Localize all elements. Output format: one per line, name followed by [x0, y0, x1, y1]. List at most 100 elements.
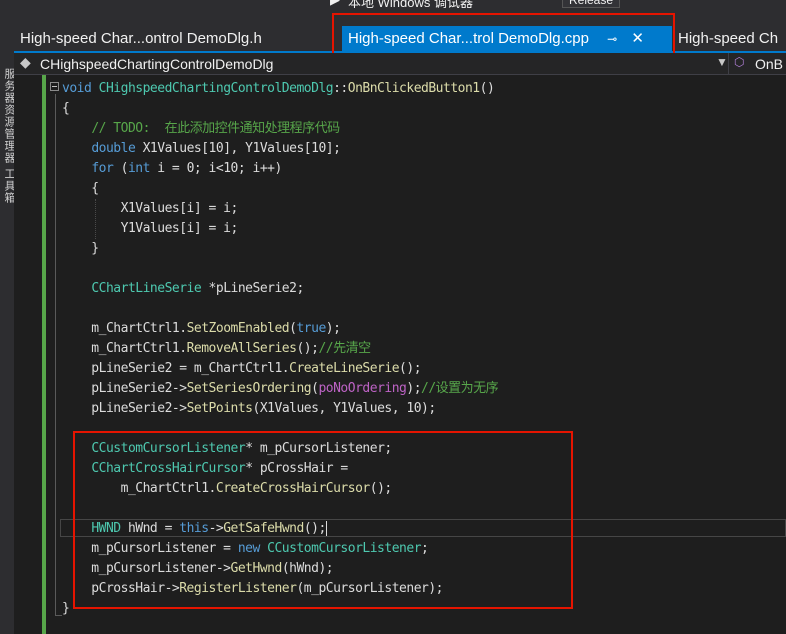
- toolbox-tab[interactable]: 工具箱: [1, 168, 14, 204]
- nav-divider: [728, 53, 729, 75]
- code-line: double X1Values[10], Y1Values[10];: [62, 139, 498, 159]
- code-token: hWnd =: [120, 521, 180, 536]
- code-token: (: [113, 161, 129, 176]
- code-token: CCustomCursorListener: [267, 541, 422, 556]
- tab-demodlg-cpp[interactable]: High-speed Char...trol DemoDlg.cpp ⊸ ✕: [342, 26, 672, 53]
- pin-icon[interactable]: ⊸: [607, 32, 617, 46]
- code-token: CChartLineSerie: [91, 281, 202, 296]
- tab-overflow[interactable]: High-speed Ch: [672, 26, 784, 53]
- code-line: m_pCursorListener->GetHwnd(hWnd);: [62, 559, 498, 579]
- code-token: this: [179, 521, 209, 536]
- code-token: OnBnClickedButton1: [347, 81, 480, 96]
- code-token: ();: [303, 521, 326, 536]
- code-token: CChartCrossHairCursor: [91, 461, 246, 476]
- code-token: * pCrossHair =: [245, 461, 348, 476]
- code-token: {: [62, 101, 70, 116]
- tab-label: High-speed Ch: [678, 30, 779, 47]
- code-line: pLineSerie2->SetPoints(X1Values, Y1Value…: [62, 399, 498, 419]
- code-line: for (int i = 0; i<10; i++): [62, 159, 498, 179]
- text-caret: [325, 521, 327, 536]
- code-line: HWND hWnd = this->GetSafeHwnd();: [62, 519, 498, 539]
- code-token: SetSeriesOrdering: [186, 381, 312, 396]
- code-token: ();: [399, 361, 422, 376]
- code-token: pLineSerie2->: [62, 401, 187, 416]
- code-token: ();: [296, 341, 319, 356]
- code-line: X1Values[i] = i;: [62, 199, 498, 219]
- code-line: void CHighspeedChartingControlDemoDlg::O…: [62, 79, 498, 99]
- server-explorer-tab[interactable]: 服务器资源管理器: [1, 68, 14, 164]
- code-token: (m_pCursorListener);: [296, 581, 444, 596]
- code-token: m_ChartCtrl1.: [62, 341, 187, 356]
- debugger-label[interactable]: 本地 Windows 调试器: [348, 0, 473, 8]
- code-token: true: [296, 321, 326, 336]
- code-line: {: [62, 179, 498, 199]
- close-icon[interactable]: ✕: [631, 30, 644, 47]
- code-token: //设置为无序: [421, 381, 499, 396]
- code-token: void: [62, 81, 99, 96]
- code-token: RegisterListener: [179, 581, 297, 596]
- code-line: CChartCrossHairCursor* pCrossHair =: [62, 459, 498, 479]
- tab-label: High-speed Char...ontrol DemoDlg.h: [20, 30, 262, 47]
- code-line: {: [62, 99, 498, 119]
- main-toolbar: ▶ 本地 Windows 调试器 Release: [0, 0, 786, 8]
- code-token: );: [406, 381, 422, 396]
- change-indicator-bar: [42, 75, 46, 634]
- code-token: double: [91, 141, 136, 156]
- tab-label: High-speed Char...trol DemoDlg.cpp: [348, 30, 589, 47]
- code-token: ->: [208, 521, 224, 536]
- code-token: // TODO: 在此添加控件通知处理程序代码: [91, 121, 340, 136]
- code-token: GetHwnd: [230, 561, 283, 576]
- code-token: new: [237, 541, 260, 556]
- tab-demodlg-h[interactable]: High-speed Char...ontrol DemoDlg.h: [14, 26, 268, 53]
- code-token: i = 0; i<10; i++): [149, 161, 282, 176]
- code-token: m_pCursorListener =: [62, 541, 238, 556]
- chevron-down-icon[interactable]: ▼: [716, 55, 728, 69]
- code-token: pLineSerie2 = m_ChartCtrl1.: [62, 361, 290, 376]
- code-token: //先清空: [318, 341, 371, 356]
- code-token: pLineSerie2->: [62, 381, 187, 396]
- code-token: (hWnd);: [281, 561, 334, 576]
- code-token: for: [91, 161, 114, 176]
- code-token: ::: [333, 81, 348, 96]
- code-line: Y1Values[i] = i;: [62, 219, 498, 239]
- code-line: CChartLineSerie *pLineSerie2;: [62, 279, 498, 299]
- code-line: // TODO: 在此添加控件通知处理程序代码: [62, 119, 498, 139]
- code-token: * m_pCursorListener;: [245, 441, 392, 456]
- code-token: poNoOrdering: [318, 381, 407, 396]
- code-line: m_ChartCtrl1.CreateCrossHairCursor();: [62, 479, 498, 499]
- code-token: ;: [421, 541, 429, 556]
- collapse-icon[interactable]: [50, 82, 59, 91]
- code-line: CCustomCursorListener* m_pCursorListener…: [62, 439, 498, 459]
- member-selector[interactable]: OnB: [755, 54, 783, 74]
- code-line: m_ChartCtrl1.SetZoomEnabled(true);: [62, 319, 498, 339]
- code-line: pCrossHair->RegisterListener(m_pCursorLi…: [62, 579, 498, 599]
- config-dropdown[interactable]: Release: [562, 0, 621, 8]
- code-editor[interactable]: void CHighspeedChartingControlDemoDlg::O…: [14, 75, 786, 634]
- code-token: Y1Values[i] = i;: [62, 221, 239, 236]
- code-token: (X1Values, Y1Values, 10);: [252, 401, 437, 416]
- code-token: *pLineSerie2;: [201, 281, 305, 296]
- code-token: ();: [369, 481, 392, 496]
- code-line: }: [62, 239, 498, 259]
- code-token: {: [62, 181, 99, 196]
- code-token: m_ChartCtrl1.: [62, 321, 187, 336]
- code-token: SetPoints: [186, 401, 253, 416]
- code-token: (): [479, 81, 495, 96]
- code-lines: void CHighspeedChartingControlDemoDlg::O…: [62, 79, 499, 619]
- code-token: CCustomCursorListener: [91, 441, 246, 456]
- code-line: pLineSerie2->SetSeriesOrdering(poNoOrder…: [62, 379, 498, 399]
- start-debug-icon[interactable]: ▶: [330, 0, 340, 8]
- code-line: m_ChartCtrl1.RemoveAllSeries();//先清空: [62, 339, 498, 359]
- class-selector[interactable]: CHighspeedChartingControlDemoDlg: [40, 54, 273, 74]
- fold-guide-end: [55, 615, 62, 616]
